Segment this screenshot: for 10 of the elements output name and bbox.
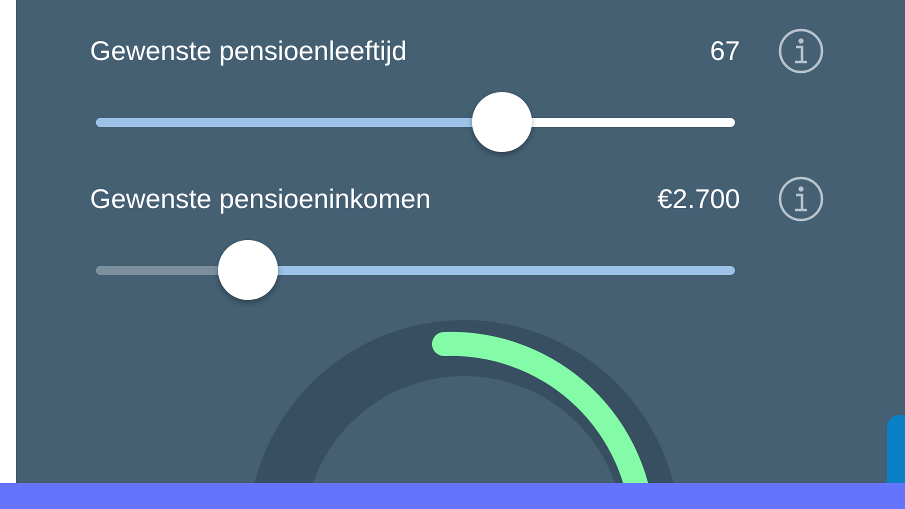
slider[interactable] [96, 92, 735, 152]
slider-thumb[interactable] [472, 92, 532, 152]
info-icon[interactable] [778, 176, 824, 222]
info-icon[interactable] [778, 28, 824, 74]
slider-label: Gewenste pensioeninkomen [90, 182, 431, 216]
slider-value: 67 [710, 34, 740, 68]
slider[interactable] [96, 240, 735, 300]
slider-thumb[interactable] [218, 240, 278, 300]
slider-label: Gewenste pensioenleeftijd [90, 34, 407, 68]
slider-value: €2.700 [657, 182, 740, 216]
